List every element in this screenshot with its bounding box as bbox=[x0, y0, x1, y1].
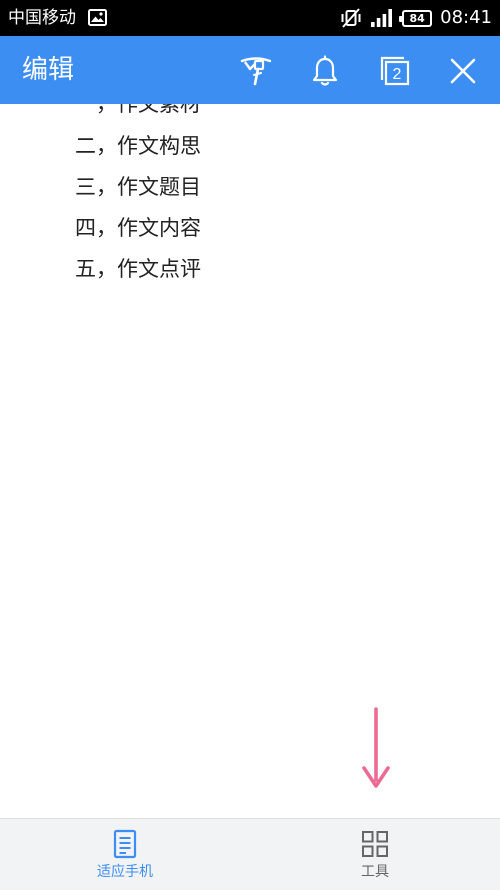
document-lines-icon bbox=[113, 829, 137, 859]
bell-icon bbox=[312, 55, 338, 86]
tools-label: 工具 bbox=[361, 864, 389, 880]
battery-level: 84 bbox=[409, 11, 425, 25]
battery-icon: 84 bbox=[399, 9, 433, 27]
signal-icon bbox=[371, 9, 393, 27]
document-line: 五，作文点评 bbox=[75, 257, 201, 281]
down-arrow-annotation bbox=[362, 707, 390, 788]
document-line: 二，作文构思 bbox=[75, 134, 201, 158]
pages-button[interactable]: 2 bbox=[376, 52, 414, 90]
close-button[interactable] bbox=[444, 52, 482, 90]
close-icon bbox=[450, 58, 476, 84]
document-view[interactable]: 一，作文素材 二，作文构思 三，作文题目 四，作文内容 五，作文点评 bbox=[0, 104, 500, 818]
grid-icon bbox=[362, 831, 388, 857]
carrier-name: 中国移动 bbox=[8, 8, 76, 28]
page-title: 编辑 bbox=[22, 55, 75, 85]
image-notification-icon bbox=[88, 9, 107, 26]
vibrate-off-icon bbox=[341, 8, 361, 28]
hammer-tools-icon bbox=[240, 57, 272, 86]
fit-phone-button[interactable]: 适应手机 bbox=[75, 829, 175, 887]
tools-tab-button[interactable]: 工具 bbox=[325, 829, 425, 887]
screen: 中国移动 84 08:41 编辑 2 一，作文素材 二，作文构思 三，作文题目 … bbox=[0, 0, 500, 890]
status-icons: 84 08:41 bbox=[340, 7, 492, 29]
clock: 08:41 bbox=[440, 7, 492, 28]
tools-button[interactable] bbox=[237, 52, 275, 90]
pages-icon: 2 bbox=[380, 56, 410, 86]
document-line: 四，作文内容 bbox=[75, 216, 201, 240]
document-line: 一，作文素材 bbox=[75, 104, 201, 116]
app-bar: 编辑 2 bbox=[0, 36, 500, 104]
document-line: 三，作文题目 bbox=[75, 175, 201, 199]
notifications-button[interactable] bbox=[306, 52, 344, 90]
page-count: 2 bbox=[393, 66, 402, 83]
status-bar: 中国移动 84 08:41 bbox=[0, 0, 500, 36]
bottom-toolbar: 适应手机 工具 bbox=[0, 818, 500, 890]
fit-phone-label: 适应手机 bbox=[97, 864, 153, 880]
